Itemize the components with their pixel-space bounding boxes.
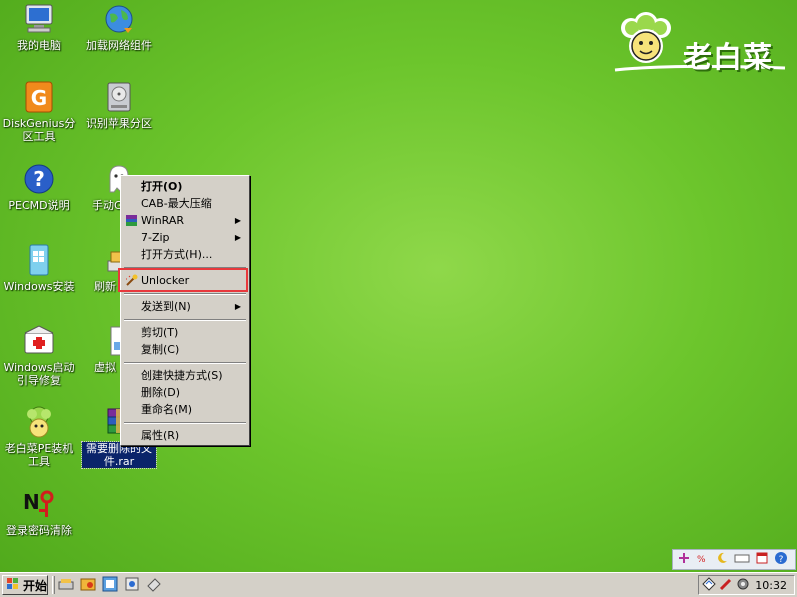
menu-separator xyxy=(123,289,247,298)
start-label: 开始 xyxy=(23,578,48,593)
svg-text:?: ? xyxy=(779,555,784,565)
context-menu: 打开(O) CAB-最大压缩 WinRAR ▶ 7-Zip ▶ 打开方式(H).… xyxy=(120,175,250,446)
help-icon: ? xyxy=(22,162,56,196)
diskgenius-icon: G xyxy=(22,80,56,114)
menu-separator xyxy=(123,263,247,272)
icon-label: DiskGenius分区工具 xyxy=(2,117,76,143)
taskbar: 开始 10:32 xyxy=(0,572,797,597)
menu-item-properties[interactable]: 属性(R) xyxy=(123,427,247,444)
help-icon[interactable]: ? xyxy=(774,551,788,568)
menu-separator xyxy=(123,315,247,324)
icon-label: 我的电脑 xyxy=(17,39,61,52)
menu-item-unlocker[interactable]: Unlocker xyxy=(123,272,247,289)
menu-item-label: 复制(C) xyxy=(141,343,180,356)
desktop-icon-boot-repair[interactable]: Windows启动引导修复 xyxy=(0,324,78,387)
icon-label: 老白菜PE装机工具 xyxy=(4,442,74,468)
quicklaunch-eraser-icon[interactable] xyxy=(146,576,162,592)
system-tray: 10:32 xyxy=(698,575,795,595)
menu-item-open[interactable]: 打开(O) xyxy=(123,178,247,195)
quicklaunch-settings-icon[interactable] xyxy=(124,576,140,592)
menu-item-rename[interactable]: 重命名(M) xyxy=(123,401,247,418)
pen-tray-icon[interactable] xyxy=(719,577,733,594)
icon-label: 登录密码清除 xyxy=(6,524,72,537)
icon-label: Windows启动引导修复 xyxy=(3,361,75,387)
gear-tray-icon[interactable] xyxy=(736,577,750,594)
menu-item-label: 删除(D) xyxy=(141,386,181,399)
menu-separator xyxy=(123,418,247,427)
menu-item-delete[interactable]: 删除(D) xyxy=(123,384,247,401)
quicklaunch-tools-icon[interactable] xyxy=(102,576,118,592)
winrar-icon xyxy=(125,214,138,227)
computer-icon xyxy=(22,2,56,36)
menu-item-label: 打开(O) xyxy=(141,180,183,193)
submenu-arrow-icon: ▶ xyxy=(234,302,241,311)
menu-item-label: WinRAR xyxy=(141,214,185,227)
keyboard-icon[interactable] xyxy=(734,551,750,568)
clock[interactable]: 10:32 xyxy=(755,578,787,594)
laobaicai-logo: 老白菜 xyxy=(613,6,789,76)
menu-item-send-to[interactable]: 发送到(N) ▶ xyxy=(123,298,247,315)
desktop: 我的电脑 G DiskGenius分区工具 ? PECMD说明 Windows安… xyxy=(0,0,797,572)
icon-label: 识别苹果分区 xyxy=(86,117,152,130)
menu-item-cut[interactable]: 剪切(T) xyxy=(123,324,247,341)
moon-icon[interactable] xyxy=(715,551,729,568)
toolbar-grip[interactable] xyxy=(52,576,55,594)
quicklaunch-drive-icon[interactable] xyxy=(58,576,74,592)
unlocker-wand-icon xyxy=(125,274,138,287)
tray-toolbar: % ? xyxy=(672,549,796,570)
menu-item-label: 打开方式(H)... xyxy=(141,248,213,261)
menu-item-label: CAB-最大压缩 xyxy=(141,197,212,210)
quicklaunch-folder-icon[interactable] xyxy=(80,576,96,592)
desktop-icon-my-computer[interactable]: 我的电脑 xyxy=(0,2,78,52)
menu-item-label: 发送到(N) xyxy=(141,300,191,313)
desktop-icon-apple-partition[interactable]: 识别苹果分区 xyxy=(80,80,158,130)
network-globe-icon xyxy=(102,2,136,36)
windows-install-icon xyxy=(22,243,56,277)
icon-label: PECMD说明 xyxy=(8,199,70,212)
desktop-icon-pe-installer[interactable]: 老白菜PE装机工具 xyxy=(0,405,78,468)
svg-text:N: N xyxy=(23,490,40,514)
submenu-arrow-icon: ▶ xyxy=(234,216,241,225)
window-icon[interactable] xyxy=(755,551,769,568)
repair-kit-icon xyxy=(22,324,56,358)
submenu-arrow-icon: ▶ xyxy=(234,233,241,242)
menu-item-copy[interactable]: 复制(C) xyxy=(123,341,247,358)
menu-item-create-shortcut[interactable]: 创建快捷方式(S) xyxy=(123,367,247,384)
menu-item-label: Unlocker xyxy=(141,274,190,287)
password-clear-icon: N xyxy=(22,487,56,521)
icon-label: 加载网络组件 xyxy=(86,39,152,52)
menu-item-label: 重命名(M) xyxy=(141,403,193,416)
menu-item-winrar[interactable]: WinRAR ▶ xyxy=(123,212,247,229)
menu-item-cab-compress[interactable]: CAB-最大压缩 xyxy=(123,195,247,212)
hard-drive-icon xyxy=(102,80,136,114)
icon-label: Windows安装 xyxy=(3,280,75,293)
desktop-icon-pecmd-help[interactable]: ? PECMD说明 xyxy=(0,162,78,212)
menu-item-label: 属性(R) xyxy=(141,429,180,442)
pin-icon[interactable] xyxy=(677,551,691,568)
desktop-icon-load-network[interactable]: 加载网络组件 xyxy=(80,2,158,52)
network-tray-icon[interactable] xyxy=(702,576,716,594)
quick-launch xyxy=(58,576,162,594)
menu-item-7zip[interactable]: 7-Zip ▶ xyxy=(123,229,247,246)
svg-text:?: ? xyxy=(33,167,45,191)
desktop-icon-windows-install[interactable]: Windows安装 xyxy=(0,243,78,293)
menu-item-label: 7-Zip xyxy=(141,231,170,244)
laobaicai-tool-icon xyxy=(22,405,56,439)
svg-text:%: % xyxy=(697,555,706,565)
windows-logo-icon xyxy=(6,577,20,594)
menu-item-open-with[interactable]: 打开方式(H)... xyxy=(123,246,247,263)
svg-text:G: G xyxy=(31,86,47,110)
menu-separator xyxy=(123,358,247,367)
start-button[interactable]: 开始 xyxy=(2,575,48,595)
menu-item-label: 创建快捷方式(S) xyxy=(141,369,223,382)
menu-item-label: 剪切(T) xyxy=(141,326,179,339)
keyboard-layout-icon[interactable]: % xyxy=(696,551,710,568)
desktop-icon-password-clear[interactable]: N 登录密码清除 xyxy=(0,487,78,537)
desktop-icon-diskgenius[interactable]: G DiskGenius分区工具 xyxy=(0,80,78,143)
logo-text: 老白菜 xyxy=(683,40,774,74)
